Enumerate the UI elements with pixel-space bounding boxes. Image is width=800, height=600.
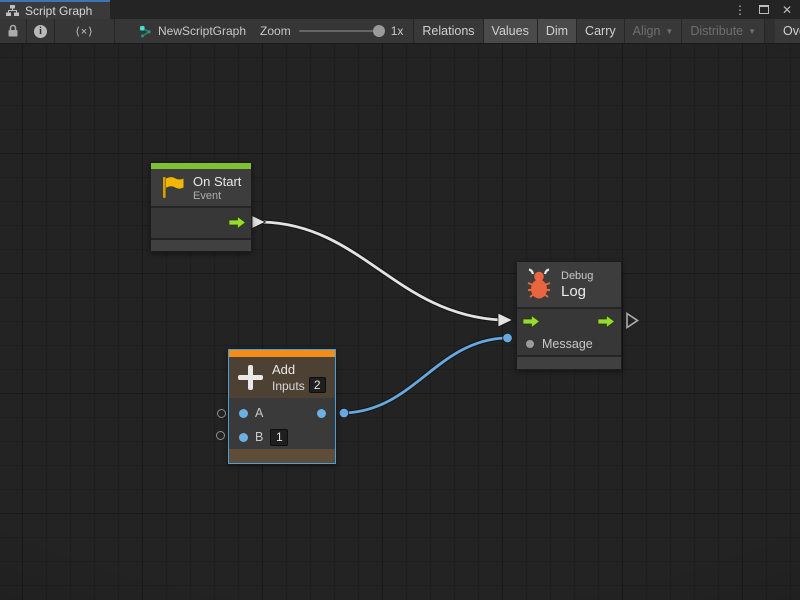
info-icon: i [34, 25, 47, 38]
node-title: Add [272, 362, 326, 377]
zoom-slider[interactable] [299, 30, 383, 32]
graph-name: NewScriptGraph [158, 24, 246, 38]
selection-stripe [229, 350, 335, 357]
script-graph-window: Script Graph ⋮ ✕ i ⟨×⟩ [0, 0, 800, 600]
flow-output-port[interactable] [598, 315, 615, 328]
port-b-value-field[interactable]: 1 [270, 429, 288, 446]
graph-breadcrumb[interactable]: NewScriptGraph [115, 19, 260, 43]
port-b-input[interactable] [239, 433, 248, 442]
port-a-label: A [255, 406, 263, 420]
message-input-port[interactable] [526, 340, 534, 348]
node-subtitle: Event [193, 190, 241, 202]
tab-script-graph[interactable]: Script Graph [0, 0, 110, 19]
graph-toolbar: i ⟨×⟩ NewScriptGraph Zoom 1x Relations V… [0, 19, 800, 44]
node-footer [151, 240, 251, 251]
wire-layer [0, 44, 800, 600]
log-flow-input-connector[interactable] [498, 313, 513, 327]
port-b-label: B [255, 430, 263, 444]
flag-icon [159, 175, 185, 201]
flow-input-port[interactable] [523, 315, 540, 328]
node-title: On Start [193, 174, 241, 189]
port-b-outer-connector[interactable] [216, 431, 225, 440]
inputs-count-badge: 2 [309, 377, 326, 393]
node-title: Log [561, 283, 593, 300]
titlebar-spacer [110, 0, 734, 19]
title-bar: Script Graph ⋮ ✕ [0, 0, 800, 19]
result-output-port[interactable] [317, 409, 326, 418]
script-graph-asset-icon [139, 25, 152, 38]
edit-script-button[interactable]: ⟨×⟩ [55, 19, 115, 43]
log-flow-output-connector[interactable] [627, 314, 638, 328]
port-a-input[interactable] [239, 409, 248, 418]
tab-title: Script Graph [25, 4, 92, 18]
port-a-outer-connector[interactable] [217, 409, 226, 418]
message-port-label: Message [542, 337, 593, 351]
zoom-value: 1x [391, 24, 404, 38]
node-add[interactable]: Add Inputs 2 A B 1 [228, 349, 336, 464]
onstart-flow-output-connector[interactable] [252, 216, 266, 229]
wire-onstart-to-log[interactable] [263, 222, 500, 320]
graph-hierarchy-icon [6, 5, 19, 17]
wire-add-to-message[interactable] [344, 338, 505, 413]
overview-button[interactable]: Overview [775, 19, 800, 43]
relations-button[interactable]: Relations [414, 19, 483, 43]
distribute-dropdown[interactable]: Distribute ▼ [682, 19, 765, 43]
node-footer [517, 357, 621, 369]
add-result-output-connector[interactable] [339, 408, 349, 418]
bug-icon [525, 268, 553, 301]
window-maximize-icon[interactable] [759, 5, 769, 14]
align-dropdown[interactable]: Align ▼ [625, 19, 683, 43]
lock-icon [7, 24, 19, 38]
node-category: Debug [561, 270, 593, 282]
chevron-down-icon: ▼ [665, 27, 673, 36]
info-button[interactable]: i [27, 19, 55, 43]
chevron-down-icon: ▼ [748, 27, 756, 36]
zoom-control: Zoom 1x [260, 19, 414, 43]
zoom-slider-handle[interactable] [373, 25, 385, 37]
carry-button[interactable]: Carry [577, 19, 625, 43]
values-button[interactable]: Values [484, 19, 538, 43]
lock-button[interactable] [0, 19, 27, 43]
code-brackets-icon: ⟨×⟩ [75, 25, 93, 38]
flow-output-port[interactable] [229, 216, 246, 229]
log-message-input-connector[interactable] [503, 333, 513, 343]
window-close-icon[interactable]: ✕ [782, 4, 792, 16]
plus-icon [238, 365, 263, 390]
graph-canvas[interactable]: On Start Event [0, 44, 800, 600]
node-debug-log[interactable]: Debug Log Message [516, 261, 622, 370]
node-footer [229, 449, 335, 463]
dim-button[interactable]: Dim [538, 19, 577, 43]
inputs-label: Inputs [272, 379, 305, 393]
window-menu-icon[interactable]: ⋮ [734, 4, 746, 16]
node-on-start[interactable]: On Start Event [150, 162, 252, 252]
zoom-label: Zoom [260, 24, 291, 38]
